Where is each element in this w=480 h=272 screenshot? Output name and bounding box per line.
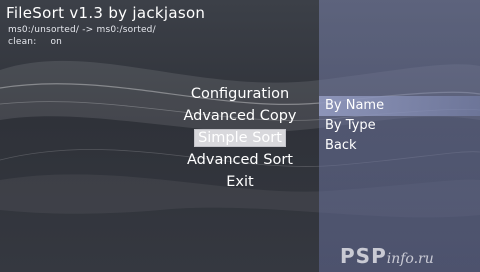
app-title: FileSort v1.3 by jackjason xyxy=(6,4,206,22)
menu-item-label: Advanced Copy xyxy=(183,108,297,124)
menu-item-simple-sort[interactable]: Simple Sort xyxy=(160,127,320,149)
clean-status: clean: on xyxy=(8,37,62,47)
watermark-main: PSP xyxy=(340,244,387,268)
clean-label: clean: xyxy=(8,37,37,47)
menu-item-configuration[interactable]: Configuration xyxy=(160,83,320,105)
clean-value: on xyxy=(50,37,63,47)
menu-item-advanced-sort[interactable]: Advanced Sort xyxy=(160,149,320,171)
main-menu: Configuration Advanced Copy Simple Sort … xyxy=(160,83,320,193)
psp-screen: FileSort v1.3 by jackjason ms0:/unsorted… xyxy=(0,0,480,272)
sub-menu: By Name By Type Back xyxy=(319,96,480,156)
menu-item-label: Advanced Sort xyxy=(187,152,293,168)
pspinfo-watermark: PSPinfo.ru xyxy=(340,244,434,268)
submenu-item-by-name[interactable]: By Name xyxy=(319,96,480,116)
menu-item-label: Configuration xyxy=(190,86,290,102)
menu-item-exit[interactable]: Exit xyxy=(160,171,320,193)
menu-item-label: Simple Sort xyxy=(194,129,286,147)
watermark-sub: info.ru xyxy=(386,251,434,267)
menu-item-label: Exit xyxy=(226,174,254,190)
submenu-item-by-type[interactable]: By Type xyxy=(319,116,480,136)
path-info: ms0:/unsorted/ -> ms0:/sorted/ xyxy=(8,25,156,35)
submenu-item-back[interactable]: Back xyxy=(319,136,480,156)
menu-item-advanced-copy[interactable]: Advanced Copy xyxy=(160,105,320,127)
